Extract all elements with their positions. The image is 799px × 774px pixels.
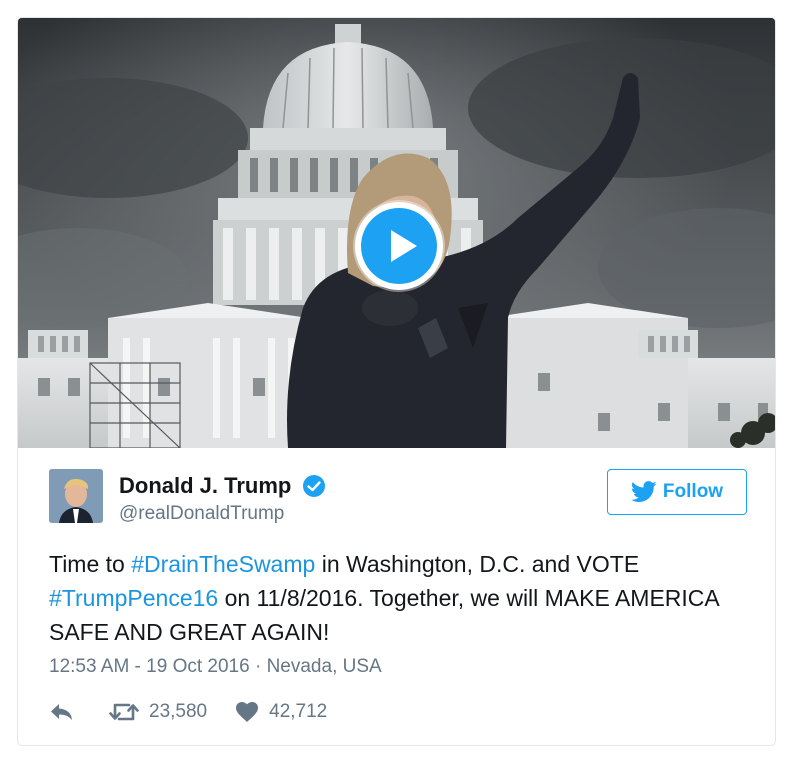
like-count: 42,712: [269, 701, 328, 722]
play-button-circle: [361, 208, 437, 284]
tweet-text-segment: Time to: [49, 551, 132, 577]
retweet-count: 23,580: [149, 701, 208, 722]
tweet-card: Donald J. Trump @realDonaldTrump Follow …: [17, 17, 776, 746]
verified-badge-icon: [302, 475, 325, 497]
author-screen-name[interactable]: @realDonaldTrump: [119, 503, 326, 525]
tweet-header: Donald J. Trump @realDonaldTrump Follow: [49, 469, 747, 525]
heart-icon: [236, 702, 259, 722]
video-thumbnail[interactable]: [18, 18, 775, 448]
author-names: Donald J. Trump @realDonaldTrump: [119, 473, 326, 525]
tweet-meta: 12:53 AM - 19 Oct 2016 · Nevada, USA: [49, 656, 382, 678]
retweet-button[interactable]: 23,580: [109, 701, 207, 723]
avatar[interactable]: [49, 469, 103, 523]
tweet-location[interactable]: Nevada, USA: [267, 656, 382, 677]
tweet-timestamp[interactable]: 12:53 AM - 19 Oct 2016: [49, 656, 250, 677]
follow-button-label: Follow: [662, 481, 724, 502]
tweet-text: Time to #DrainTheSwamp in Washington, D.…: [49, 547, 749, 649]
hashtag-link[interactable]: #TrumpPence16: [49, 585, 218, 611]
reply-icon: [51, 704, 72, 720]
twitter-bird-icon: [630, 481, 657, 502]
author-display-name[interactable]: Donald J. Trump: [119, 473, 291, 499]
play-button[interactable]: [355, 202, 443, 290]
hashtag-link[interactable]: #DrainTheSwamp: [131, 551, 315, 577]
tweet-actions: 23,580 42,712: [49, 698, 327, 726]
like-button[interactable]: 42,712: [235, 701, 327, 723]
play-icon: [391, 230, 417, 262]
tweet-text-segment: in Washington, D.C. and VOTE: [315, 551, 640, 577]
retweet-icon: [109, 703, 139, 721]
follow-button[interactable]: Follow: [607, 469, 747, 515]
meta-separator: ·: [254, 656, 262, 677]
reply-button[interactable]: [49, 701, 75, 723]
avatar-image: [49, 469, 103, 523]
